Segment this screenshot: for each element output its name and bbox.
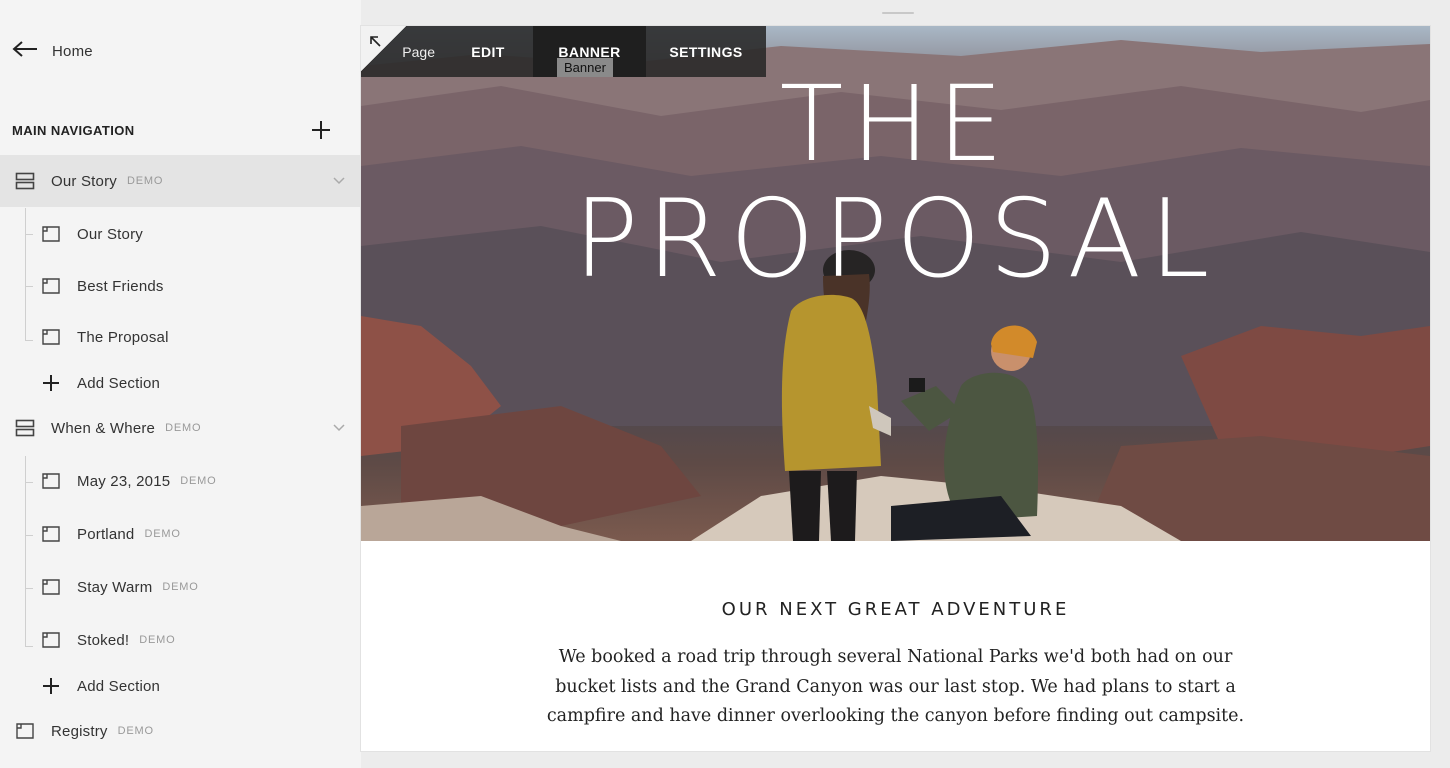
chevron-down-icon[interactable] bbox=[333, 172, 345, 190]
page-button[interactable]: Page bbox=[361, 26, 443, 77]
banner-tooltip: Banner bbox=[557, 58, 613, 77]
page-icon bbox=[40, 523, 62, 545]
banner-title-line-1: THE bbox=[779, 63, 1012, 185]
nav-label: Registry bbox=[51, 722, 108, 740]
nav-label: Add Section bbox=[77, 374, 161, 392]
page-icon bbox=[40, 223, 62, 245]
folder-icon bbox=[14, 170, 36, 192]
page-icon bbox=[40, 470, 62, 492]
nav-page-may-23-2015[interactable]: May 23, 2015 DEMO bbox=[0, 455, 401, 507]
nav-label: Best Friends bbox=[77, 277, 164, 295]
page-label: Page bbox=[402, 43, 435, 60]
demo-badge: DEMO bbox=[139, 634, 176, 646]
nav-label: Our Story bbox=[77, 225, 143, 243]
chevron-down-icon[interactable] bbox=[333, 419, 345, 437]
add-page-icon[interactable] bbox=[311, 120, 331, 140]
nav-page-stoked[interactable]: Stoked! DEMO bbox=[0, 614, 401, 666]
section-heading: OUR NEXT GREAT ADVENTURE bbox=[721, 599, 1070, 620]
sidebar: Home MAIN NAVIGATION Our Story DEMO Our … bbox=[0, 0, 375, 768]
home-link[interactable]: Home bbox=[12, 36, 93, 66]
nav-label: Stay Warm bbox=[77, 578, 153, 596]
banner-title-line-2: PROPOSAL bbox=[573, 177, 1218, 302]
nav-page-the-proposal[interactable]: The Proposal bbox=[0, 311, 401, 363]
main-navigation-title: MAIN NAVIGATION bbox=[12, 122, 135, 138]
nav-label: When & Where bbox=[51, 419, 156, 437]
nav-page-best-friends[interactable]: Best Friends bbox=[0, 260, 401, 312]
nav-label: May 23, 2015 bbox=[77, 472, 171, 490]
section-body-text: We booked a road trip through several Na… bbox=[546, 647, 1245, 726]
nav-page-registry[interactable]: Registry DEMO bbox=[0, 705, 375, 757]
drag-handle[interactable] bbox=[882, 12, 914, 14]
page-icon bbox=[40, 629, 62, 651]
nav-page-portland[interactable]: Portland DEMO bbox=[0, 508, 401, 560]
demo-badge: DEMO bbox=[126, 175, 164, 187]
demo-badge: DEMO bbox=[165, 422, 202, 434]
page-preview: THE PROPOSAL Page EDIT BANNER SETTINGS B… bbox=[361, 26, 1430, 751]
nav-label: The Proposal bbox=[77, 328, 169, 346]
plus-icon bbox=[40, 372, 62, 394]
banner-image[interactable]: THE PROPOSAL Page EDIT BANNER SETTINGS B… bbox=[361, 26, 1430, 541]
collapse-arrow-icon[interactable] bbox=[369, 34, 381, 52]
nav-label: Our Story bbox=[51, 172, 117, 190]
demo-badge: DEMO bbox=[144, 528, 181, 540]
nav-label: Add Section bbox=[77, 677, 161, 695]
nav-page-stay-warm[interactable]: Stay Warm DEMO bbox=[0, 561, 401, 613]
page-icon bbox=[40, 326, 62, 348]
page-icon bbox=[40, 275, 62, 297]
nav-folder-our-story[interactable]: Our Story DEMO bbox=[0, 155, 375, 207]
plus-icon bbox=[40, 675, 62, 697]
nav-label: Stoked! bbox=[77, 631, 130, 649]
back-arrow-icon[interactable] bbox=[12, 40, 38, 63]
folder-icon bbox=[14, 417, 36, 439]
demo-badge: DEMO bbox=[117, 725, 154, 737]
demo-badge: DEMO bbox=[180, 475, 217, 487]
edit-tab[interactable]: EDIT bbox=[443, 26, 533, 77]
nav-label: Portland bbox=[77, 525, 135, 543]
settings-tab[interactable]: SETTINGS bbox=[646, 26, 766, 77]
page-icon bbox=[14, 720, 36, 742]
nav-folder-when-where[interactable]: When & Where DEMO bbox=[0, 402, 375, 454]
nav-page-our-story[interactable]: Our Story bbox=[0, 208, 401, 260]
home-label: Home bbox=[52, 42, 93, 60]
main-navigation-header: MAIN NAVIGATION bbox=[12, 116, 331, 144]
page-icon bbox=[40, 576, 62, 598]
demo-badge: DEMO bbox=[162, 581, 199, 593]
